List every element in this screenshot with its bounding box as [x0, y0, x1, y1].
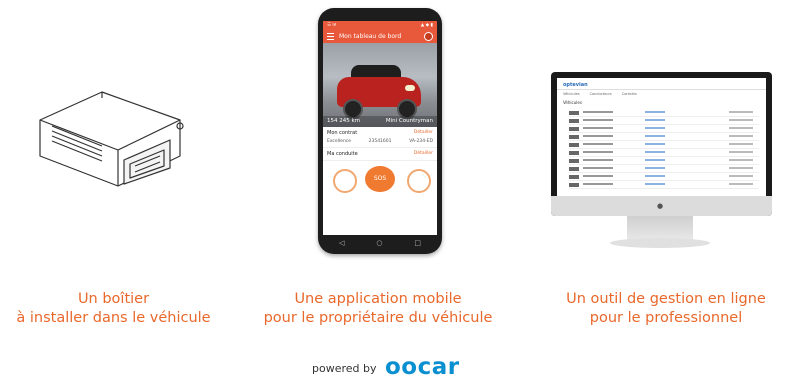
caption-mobile-app: Une application mobile pour le propriéta…: [232, 290, 524, 328]
phone-app-bar: Mon tableau de bord: [323, 30, 437, 43]
oocar-logo[interactable]: oocar: [385, 354, 460, 380]
contract-section[interactable]: Mon contrat Détailler Excellence 2354160…: [323, 127, 437, 148]
contract-value: VA-234-ED: [409, 139, 433, 144]
contract-value: 23541601: [368, 139, 392, 144]
smartphone-mockup: ☰ ✉ ▲ ◆ ▮ Mon tableau de bord 154 245 km …: [318, 8, 442, 254]
app-title: Mon tableau de bord: [339, 33, 402, 40]
score-area: SOS: [323, 161, 437, 197]
tab-conducteurs[interactable]: Conducteurs: [590, 92, 612, 96]
caption-web-tool: Un outil de gestion en ligne pour le pro…: [548, 290, 784, 328]
monitor-foot: [610, 238, 710, 248]
menu-icon[interactable]: [327, 33, 334, 40]
table-row[interactable]: [569, 182, 759, 189]
table-row[interactable]: [569, 142, 759, 149]
driving-detail-link[interactable]: Détailler: [414, 151, 433, 156]
table-row[interactable]: [569, 158, 759, 165]
web-app-logo: optevian: [563, 82, 588, 88]
tab-vehicules[interactable]: Véhicules: [563, 92, 580, 96]
table-row[interactable]: [569, 166, 759, 173]
caption-device: Un boîtier à installer dans le véhicule: [0, 290, 227, 328]
table-row[interactable]: [569, 126, 759, 133]
home-icon[interactable]: ○: [376, 239, 382, 247]
back-icon[interactable]: ◁: [339, 239, 344, 247]
caption-line: Un outil de gestion en ligne: [566, 291, 766, 307]
web-app-tabs: Véhicules Conducteurs Contrats: [563, 92, 637, 96]
obd-device-illustration: [39, 91, 184, 187]
apple-logo-icon: ●: [657, 202, 664, 210]
caption-line: Une application mobile: [294, 291, 462, 307]
car-photo: 154 245 km Mini Countryman: [323, 43, 437, 127]
table-row[interactable]: [569, 150, 759, 157]
web-app-section-title: Véhicules: [563, 100, 582, 105]
app-logo-icon: [424, 32, 433, 41]
sos-button[interactable]: SOS: [365, 166, 395, 192]
powered-by-text: powered by: [312, 362, 377, 375]
table-row[interactable]: [569, 174, 759, 181]
phone-nav-bar: ◁ ○ □: [323, 236, 437, 250]
table-row[interactable]: [569, 110, 759, 117]
phone-screen: ☰ ✉ ▲ ◆ ▮ Mon tableau de bord 154 245 km …: [323, 21, 437, 235]
driving-section[interactable]: Ma conduite Détailler: [323, 148, 437, 161]
mileage-value: 154 245 km: [327, 118, 361, 124]
monitor-stand: [627, 216, 693, 240]
desktop-monitor-mockup: optevian Véhicules Conducteurs Contrats …: [551, 72, 772, 216]
caption-line: pour le professionnel: [589, 310, 743, 326]
caption-line: à installer dans le véhicule: [16, 310, 211, 326]
table-row[interactable]: [569, 118, 759, 125]
tab-contrats[interactable]: Contrats: [622, 92, 637, 96]
score-circle[interactable]: [407, 169, 431, 193]
monitor-screen: optevian Véhicules Conducteurs Contrats …: [557, 78, 766, 196]
powered-by-footer: powered by oocar: [300, 354, 490, 380]
table-row[interactable]: [569, 134, 759, 141]
car-name: Mini Countryman: [385, 118, 433, 124]
recents-icon[interactable]: □: [414, 239, 421, 247]
caption-line: Un boîtier: [77, 291, 150, 307]
score-circle[interactable]: [333, 169, 357, 193]
caption-line: pour le propriétaire du véhicule: [263, 310, 493, 326]
contract-value: Excellence: [327, 139, 352, 144]
phone-status-bar: ☰ ✉ ▲ ◆ ▮: [323, 21, 437, 30]
contract-detail-link[interactable]: Détailler: [414, 130, 433, 135]
